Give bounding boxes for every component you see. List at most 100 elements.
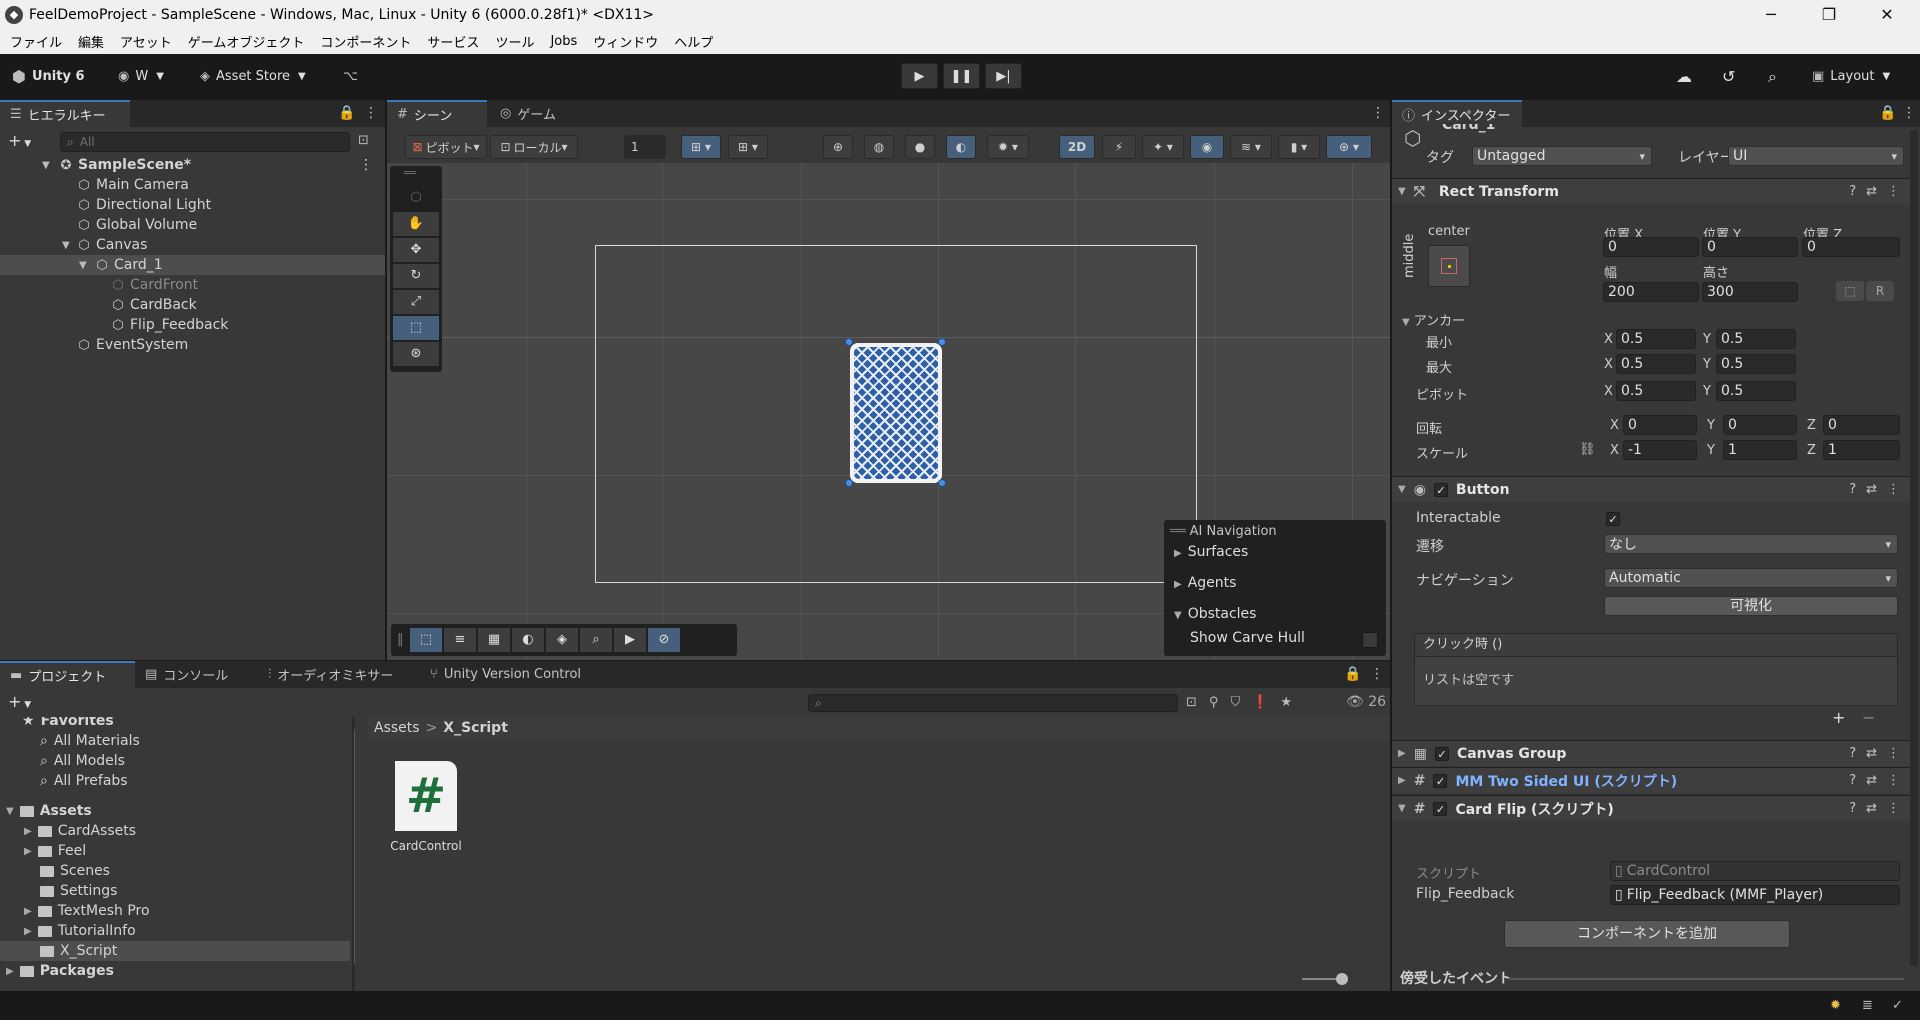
hierarchy-row-eventsystem[interactable]: ⬡ EventSystem: [0, 335, 385, 355]
help-icon[interactable]: ?: [1849, 184, 1856, 199]
camera-button[interactable]: ▮ ▾: [1278, 135, 1320, 159]
presets-icon[interactable]: ⇄: [1866, 184, 1877, 199]
folder-textmesh-pro[interactable]: ▶ TextMesh Pro: [24, 901, 150, 921]
card-flip-enabled-checkbox[interactable]: ✓: [1433, 801, 1448, 816]
help-icon[interactable]: ?: [1849, 801, 1856, 816]
more-options-icon[interactable]: ⋮: [1371, 105, 1385, 121]
add-object-button[interactable]: + ▼: [8, 131, 31, 150]
fav-all-models[interactable]: ⌕ All Models: [40, 751, 125, 771]
layers-overlay-button[interactable]: ◈: [546, 628, 578, 652]
more-options-icon[interactable]: ⋮: [1887, 184, 1900, 199]
button-enabled-checkbox[interactable]: ✓: [1433, 482, 1448, 497]
button-component-header[interactable]: ▼ ◉ ✓ Button ? ⇄ ⋮: [1392, 476, 1912, 502]
presets-icon[interactable]: ⇄: [1866, 482, 1877, 497]
folder-settings[interactable]: Settings: [40, 881, 117, 901]
menu-help[interactable]: ヘルプ: [666, 32, 721, 51]
navigation-dropdown[interactable]: Automatic: [1604, 568, 1898, 588]
account-dropdown[interactable]: ◉ W ▼: [118, 64, 164, 89]
shaded-button[interactable]: ●: [905, 135, 935, 159]
menu-services[interactable]: サービス: [419, 32, 487, 51]
breadcrumb-x-script[interactable]: X_Script: [443, 720, 508, 736]
hierarchy-row-main-camera[interactable]: ⬡ Main Camera: [0, 175, 385, 195]
folder-x-script[interactable]: X_Script: [0, 941, 350, 961]
hand-tool[interactable]: ✋: [393, 212, 439, 236]
sliders-overlay-button[interactable]: ≡: [444, 628, 476, 652]
more-options-icon[interactable]: ⋮: [364, 105, 378, 121]
more-options-icon[interactable]: ⋮: [359, 157, 373, 173]
card-flip-header[interactable]: ▼ # ✓ Card Flip (スクリプト) ? ⇄ ⋮: [1392, 795, 1912, 821]
menu-edit[interactable]: 編集: [70, 32, 112, 51]
pause-button[interactable]: ❚❚: [943, 63, 980, 89]
more-options-icon[interactable]: ⋮: [1887, 773, 1900, 788]
star-icon[interactable]: ★: [1280, 695, 1292, 710]
anchor-max-y-field[interactable]: 0.5: [1716, 354, 1796, 374]
version-control-button[interactable]: ⌥: [343, 64, 358, 89]
move-tool[interactable]: ✥: [393, 238, 439, 262]
layer-dropdown[interactable]: UI: [1728, 146, 1904, 166]
folder-tutorialinfo[interactable]: ▶ TutorialInfo: [24, 921, 136, 941]
help-icon[interactable]: ?: [1849, 773, 1856, 788]
width-field[interactable]: 200: [1603, 282, 1699, 302]
tab-scene[interactable]: # シーン: [387, 100, 487, 127]
hierarchy-row-flip-feedback[interactable]: ⬡ Flip_Feedback: [0, 315, 385, 335]
scale-x-field[interactable]: -1: [1623, 440, 1697, 460]
maximize-button[interactable]: ❐: [1800, 0, 1858, 29]
visibility-button[interactable]: ◉: [1190, 135, 1224, 159]
create-asset-button[interactable]: + ▼: [8, 692, 31, 711]
rect-handle[interactable]: [938, 338, 946, 346]
assets-root[interactable]: ▼ Assets: [6, 801, 92, 821]
rotate-tool[interactable]: ↻: [393, 264, 439, 288]
presets-icon[interactable]: ⇄: [1866, 773, 1877, 788]
bug-report-icon[interactable]: ✹: [1830, 998, 1841, 1013]
project-search-input[interactable]: ⌕: [808, 694, 1178, 712]
canvas-group-enabled-checkbox[interactable]: ✓: [1434, 746, 1449, 761]
tab-console[interactable]: ▤ コンソール: [135, 661, 238, 688]
layout-dropdown[interactable]: ▣ Layout ▼: [1812, 64, 1890, 89]
surfaces-foldout[interactable]: ▶ Surfaces: [1174, 544, 1248, 560]
card-back-image[interactable]: [850, 343, 942, 483]
help-icon[interactable]: ?: [1849, 482, 1856, 497]
pivot-y-field[interactable]: 0.5: [1716, 381, 1796, 401]
hierarchy-row-directional-light[interactable]: ⬡ Directional Light: [0, 195, 385, 215]
scale-y-field[interactable]: 1: [1723, 440, 1797, 460]
raw-edit-button[interactable]: R: [1866, 281, 1894, 301]
tree-scrollbar-thumb[interactable]: [354, 727, 355, 967]
presets-icon[interactable]: ⇄: [1866, 746, 1877, 761]
anchor-presets-button[interactable]: [1428, 245, 1470, 287]
tab-version-control[interactable]: ⑂ Unity Version Control: [420, 661, 591, 688]
warning-icon[interactable]: ❗: [1252, 695, 1268, 710]
onclick-add-button[interactable]: +: [1832, 708, 1845, 727]
check-icon[interactable]: ✓: [1892, 998, 1903, 1013]
help-icon[interactable]: ?: [1849, 746, 1856, 761]
rect-tool[interactable]: ⬚: [393, 316, 439, 340]
menu-jobs[interactable]: Jobs: [542, 34, 585, 49]
constrain-proportions-icon[interactable]: ⛓: [1579, 442, 1596, 457]
fav-all-prefabs[interactable]: ⌕ All Prefabs: [40, 771, 128, 791]
cloud-button[interactable]: ☁: [1676, 64, 1692, 89]
camera-overlay-button[interactable]: ▶: [614, 628, 646, 652]
blueprint-mode-button[interactable]: ⬚: [1836, 281, 1864, 301]
fav-all-materials[interactable]: ⌕ All Materials: [40, 731, 140, 751]
hierarchy-row-cardback[interactable]: ⬡ CardBack: [0, 295, 385, 315]
menu-gameobject[interactable]: ゲームオブジェクト: [180, 32, 313, 51]
script-file-label[interactable]: CardControl: [378, 839, 474, 853]
obstacles-foldout[interactable]: ▼ Obstacles: [1174, 606, 1256, 622]
more-options-icon[interactable]: ⋮: [1887, 482, 1900, 497]
flip-feedback-field[interactable]: ▯ Flip_Feedback (MMF_Player): [1610, 885, 1900, 905]
view-tool[interactable]: ⬡: [393, 186, 439, 210]
unlit-button[interactable]: ◐: [946, 135, 976, 159]
search-button[interactable]: ⌕: [1768, 64, 1777, 89]
shaded-wire-button[interactable]: ◍: [864, 135, 894, 159]
gizmos-button[interactable]: ⊕ ▾: [1326, 135, 1372, 159]
show-carve-hull-checkbox[interactable]: [1362, 632, 1378, 648]
asset-store-dropdown[interactable]: ◈ Asset Store ▼: [200, 64, 306, 89]
rect-handle[interactable]: [845, 338, 853, 346]
search-by-type-icon[interactable]: ⊡: [1186, 695, 1197, 710]
presets-icon[interactable]: ⇄: [1866, 801, 1877, 816]
mm-two-sided-header[interactable]: ▶ # ✓ MM Two Sided UI (スクリプト) ? ⇄ ⋮: [1392, 767, 1912, 793]
agents-foldout[interactable]: ▶ Agents: [1174, 575, 1236, 591]
scene-visibility-icon[interactable]: ⊡: [358, 133, 369, 148]
search-overlay-button[interactable]: ⌕: [580, 628, 612, 652]
rect-handle[interactable]: [845, 479, 853, 487]
layers-button[interactable]: ≋ ▾: [1230, 135, 1272, 159]
